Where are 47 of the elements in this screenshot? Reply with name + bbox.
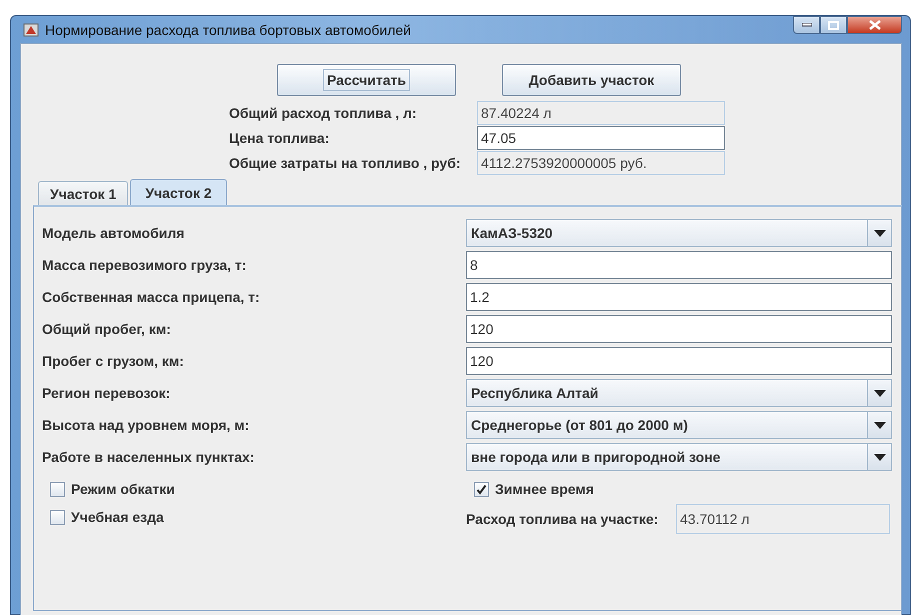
checkbox[interactable] (474, 482, 489, 496)
field-label: Масса перевозимого груза, т: (42, 257, 248, 273)
minimize-icon (802, 23, 812, 27)
dropdown-arrow-icon[interactable] (874, 390, 886, 396)
action-button[interactable]: Рассчитать (277, 64, 456, 96)
field-label: Регион перевозок: (42, 385, 172, 401)
checkbox-label: Режим обкатки (71, 481, 175, 497)
tab[interactable]: Участок 2 (130, 179, 227, 205)
output-field: 43.70112 л (676, 504, 890, 534)
tab[interactable]: Участок 1 (38, 181, 128, 205)
dropdown-arrow-icon[interactable] (874, 422, 886, 428)
field-label: Расход топлива на участке: (466, 511, 660, 527)
check-icon (476, 484, 487, 494)
close-button[interactable] (847, 16, 902, 34)
action-button[interactable]: Добавить участок (502, 64, 681, 96)
dropdown[interactable]: КамАЗ-5320 (466, 219, 892, 247)
checkbox-label: Зимнее время (495, 481, 594, 497)
maximize-button[interactable] (820, 16, 847, 34)
field-label: Общий пробег, км: (42, 321, 172, 337)
field-label: Высота над уровнем моря, м: (42, 417, 250, 433)
output-field: 87.40224 л (477, 100, 725, 124)
input-field[interactable]: 8 (466, 251, 892, 279)
input-field[interactable]: 120 (466, 315, 892, 343)
input-field[interactable]: 47.05 (477, 126, 725, 150)
field-label: Собственная масса прицепа, т: (42, 289, 261, 305)
field-label: Модель автомобиля (42, 225, 186, 241)
app-icon (23, 22, 39, 38)
dropdown[interactable]: вне города или в пригородной зоне (466, 443, 892, 471)
checkbox[interactable] (50, 510, 65, 524)
close-icon (868, 20, 880, 30)
input-field[interactable]: 120 (466, 347, 892, 375)
checkbox-label: Учебная езда (71, 509, 164, 525)
checkbox[interactable] (50, 482, 65, 496)
dropdown-arrow-icon[interactable] (874, 454, 886, 460)
output-field: 4112.2753920000005 руб. (477, 150, 725, 174)
field-label: Общий расход топлива , л: (229, 104, 418, 120)
field-label: Работе в населенных пунктах: (42, 449, 256, 465)
field-label: Цена топлива: (229, 130, 330, 146)
field-label: Общие затраты на топливо , руб: (229, 154, 462, 170)
dropdown[interactable]: Республика Алтай (466, 379, 892, 407)
input-field[interactable]: 1.2 (466, 283, 892, 311)
maximize-icon (828, 20, 839, 30)
field-label: Пробег с грузом, км: (42, 353, 185, 369)
dropdown-arrow-icon[interactable] (874, 230, 886, 236)
minimize-button[interactable] (793, 16, 820, 34)
window-title: Нормирование расхода топлива бортовых автомобилей (45, 22, 411, 38)
dropdown[interactable]: Среднегорье (от 801 до 2000 м) (466, 411, 892, 439)
